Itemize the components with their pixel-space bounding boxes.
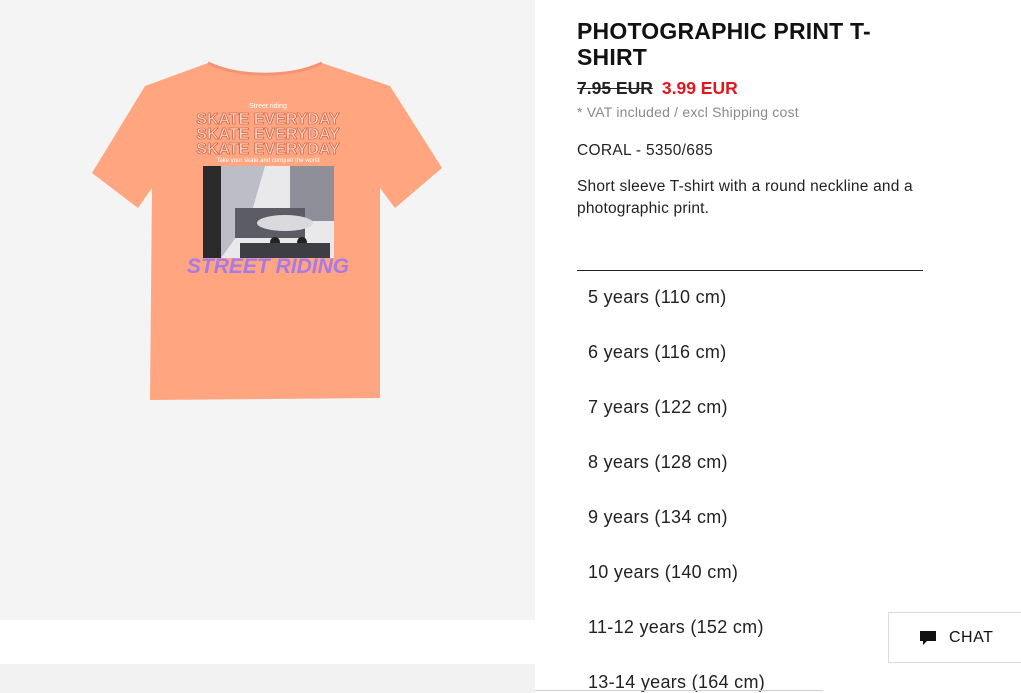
product-info: PHOTOGRAPHIC PRINT T-SHIRT 7.95 EUR 3.99 …: [577, 18, 923, 220]
old-price: 7.95 EUR: [577, 78, 653, 98]
size-option-9[interactable]: 9 years (134 cm): [588, 504, 765, 559]
print-tagline: Take your skate and conquer the world: [216, 158, 319, 164]
chat-label: CHAT: [949, 628, 994, 646]
size-option-5[interactable]: 5 years (110 cm): [588, 284, 765, 339]
size-list: 5 years (110 cm) 6 years (116 cm) 7 year…: [588, 284, 765, 693]
product-title: PHOTOGRAPHIC PRINT T-SHIRT: [577, 18, 871, 70]
chat-button[interactable]: CHAT: [888, 612, 1021, 663]
product-image: Street riding SKATE EVERYDAY SKATE EVERY…: [92, 61, 442, 400]
product-image-panel[interactable]: Street riding SKATE EVERYDAY SKATE EVERY…: [0, 0, 535, 620]
size-option-8[interactable]: 8 years (128 cm): [588, 449, 765, 504]
color-reference: CORAL - 5350/685: [577, 142, 714, 159]
size-option-6[interactable]: 6 years (116 cm): [588, 339, 765, 394]
divider: [577, 270, 923, 271]
size-option-10[interactable]: 10 years (140 cm): [588, 559, 765, 614]
chat-bubble-icon: [920, 630, 936, 645]
print-headline-3: SKATE EVERYDAY: [196, 141, 340, 158]
vat-note: * VAT included / excl Shipping cost: [577, 104, 799, 120]
print-footer: STREET RIDING: [187, 255, 349, 278]
size-option-11-12[interactable]: 11-12 years (152 cm): [588, 614, 765, 669]
sale-price: 3.99 EUR: [661, 78, 738, 98]
print-small-top: Street riding: [249, 103, 287, 110]
price-row: 7.95 EUR 3.99 EUR: [577, 78, 923, 99]
product-description: Short sleeve T-shirt with a round neckli…: [577, 178, 913, 217]
size-option-7[interactable]: 7 years (122 cm): [588, 394, 765, 449]
secondary-image-panel[interactable]: [0, 664, 535, 693]
scroll-divider: [535, 690, 823, 691]
